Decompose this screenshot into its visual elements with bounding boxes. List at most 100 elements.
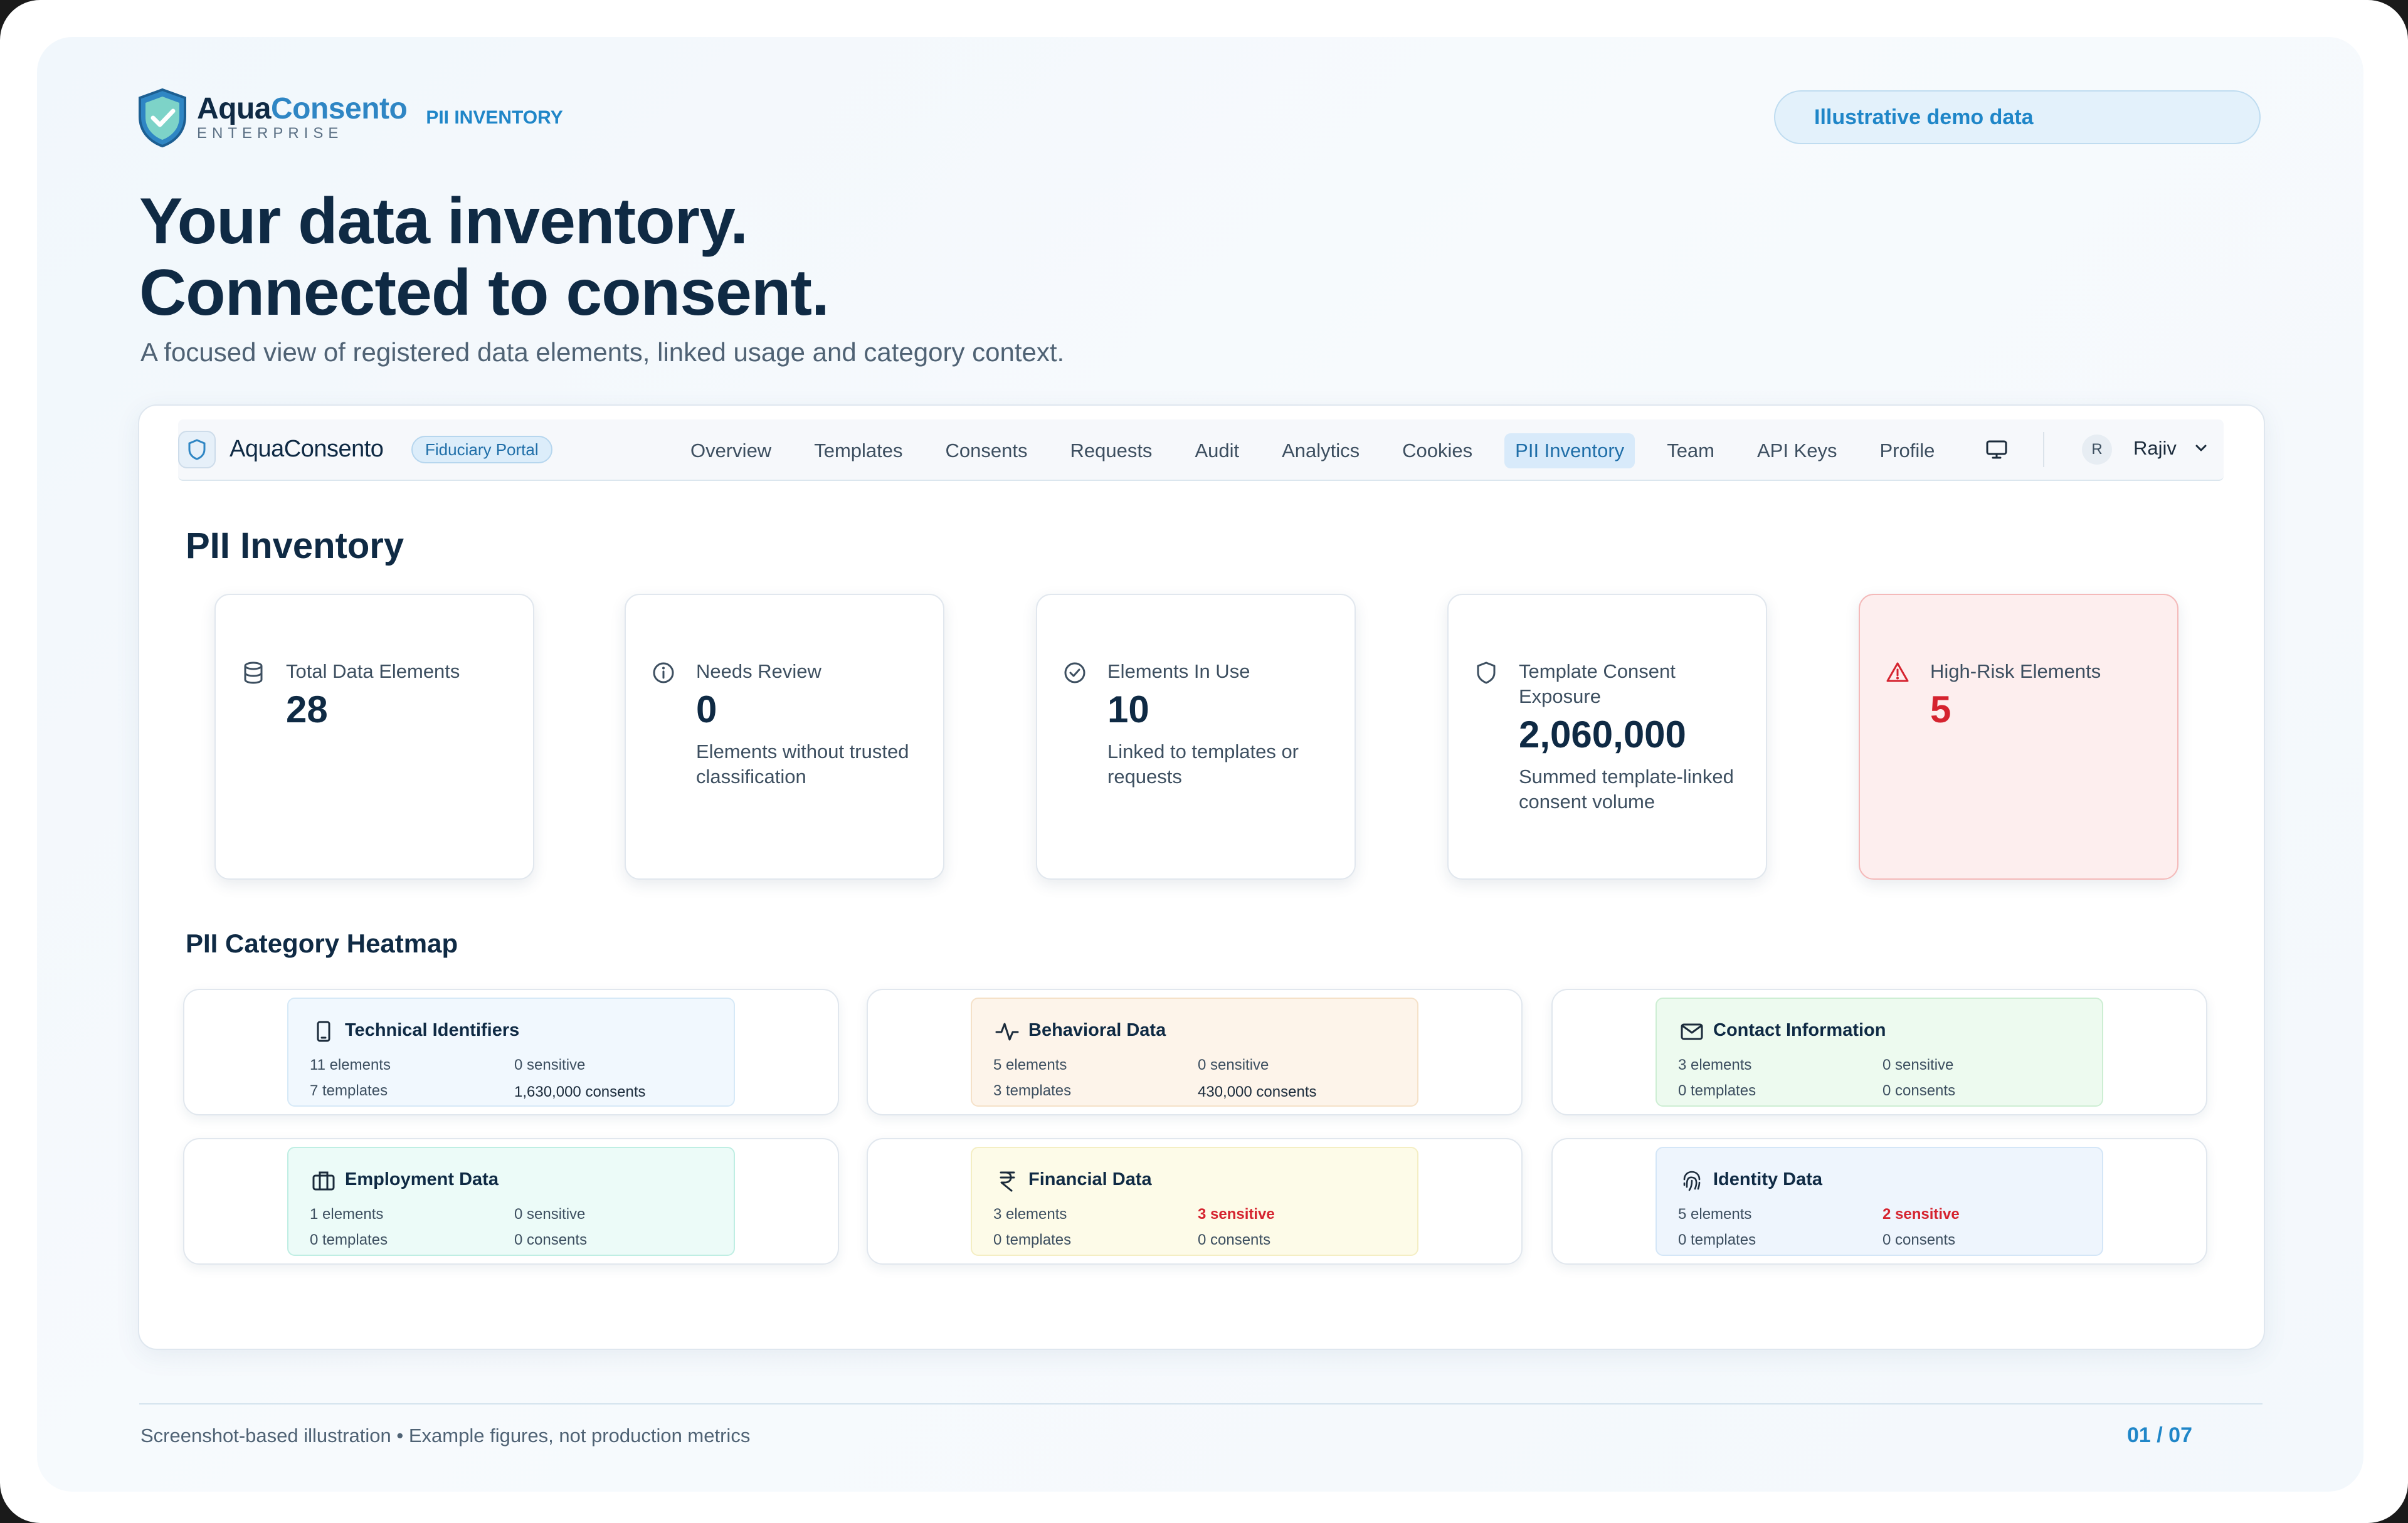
category-elements: 3 elements [993,1206,1067,1223]
portal-chip: Fiduciary Portal [411,436,552,463]
category-templates: 7 templates [310,1082,388,1099]
database-icon [244,661,263,684]
stat-value: 10 [1107,688,1149,730]
category-templates: 0 templates [310,1231,388,1248]
nav-templates[interactable]: Templates [803,433,913,468]
nav-team[interactable]: Team [1656,433,1725,468]
info-icon [653,662,674,683]
chevron-down-icon[interactable] [2192,440,2210,457]
nav-requests[interactable]: Requests [1059,433,1163,468]
nav-cookies[interactable]: Cookies [1391,433,1483,468]
stat-label: Total Data Elements [286,660,460,682]
app-brand[interactable]: AquaConsento [230,436,384,463]
stat-value: 0 [696,688,717,730]
briefcase-icon [312,1171,335,1191]
footer-divider [139,1403,2263,1404]
hero-subtitle: A focused view of registered data elemen… [140,337,1065,367]
category-elements: 5 elements [1678,1206,1752,1223]
category-elements: 3 elements [1678,1057,1752,1073]
avatar[interactable]: R [2082,435,2112,465]
category-consents: 1,630,000 consents [514,1083,646,1100]
category-card-identity[interactable]: Identity Data 5 elements 2 sensitive 0 t… [1551,1138,2207,1265]
category-name: Identity Data [1713,1169,1823,1189]
category-name: Contact Information [1713,1020,1886,1040]
category-card-behavioral[interactable]: Behavioral Data 5 elements 0 sensitive 3… [867,989,1523,1115]
nav-consents[interactable]: Consents [935,433,1038,468]
app-logo-icon[interactable] [178,431,216,468]
nav-overview[interactable]: Overview [680,433,782,468]
brand-header: AquaConsento ENTERPRISE PII INVENTORY [137,88,563,148]
activity-icon [995,1023,1019,1041]
shield-check-logo-icon [139,88,186,148]
category-name: Employment Data [345,1169,499,1189]
category-name: Behavioral Data [1028,1020,1166,1040]
app-screenshot: AquaConsento Fiduciary Portal Overview T… [138,404,2265,1350]
category-card-technical[interactable]: Technical Identifiers 11 elements 0 sens… [183,989,839,1115]
stat-description: Linked to templates or requests [1107,740,1299,788]
page-indicator: 01 / 07 [2127,1423,2192,1447]
heatmap-title: PII Category Heatmap [186,929,458,958]
category-sensitive: 0 sensitive [1198,1057,1269,1073]
user-name[interactable]: Rajiv [2133,437,2177,460]
nav-divider [2043,432,2044,467]
page: AquaConsento ENTERPRISE PII INVENTORY Il… [0,0,2408,1523]
alert-triangle-icon [1886,662,1909,682]
shield-icon [1477,661,1496,684]
nav-api-keys[interactable]: API Keys [1746,433,1848,468]
stat-label: Elements In Use [1107,660,1250,682]
category-consents: 430,000 consents [1198,1083,1317,1100]
category-name: Financial Data [1028,1169,1152,1189]
category-sensitive: 0 sensitive [514,1206,586,1223]
category-consents: 0 consents [1883,1082,1956,1099]
category-consents: 0 consents [1883,1231,1956,1248]
top-nav: AquaConsento Fiduciary Portal Overview T… [178,419,2224,481]
category-card-contact[interactable]: Contact Information 3 elements 0 sensiti… [1551,989,2207,1115]
nav-analytics[interactable]: Analytics [1271,433,1370,468]
page-title: PII Inventory [186,525,404,566]
stat-description: Elements without trusted classification [696,740,909,788]
mail-icon [1681,1023,1703,1040]
category-templates: 0 templates [1678,1082,1756,1099]
check-circle-icon [1064,662,1085,683]
category-sensitive: 0 sensitive [514,1057,586,1073]
stat-card-consent-exposure: Template Consent Exposure 2,060,000 Summ… [1447,594,1767,880]
stat-card-needs-review: Needs Review 0 Elements without trusted … [625,594,944,880]
brand-subtitle: ENTERPRISE [197,125,344,142]
category-templates: 3 templates [993,1082,1072,1099]
stat-card-in-use: Elements In Use 10 Linked to templates o… [1036,594,1356,880]
category-name: Technical Identifiers [345,1020,520,1040]
category-elements: 11 elements [310,1057,391,1073]
category-templates: 0 templates [993,1231,1072,1248]
nav-audit[interactable]: Audit [1184,433,1250,468]
stat-description: Summed template-linked consent volume [1519,766,1734,813]
hero-title: Your data inventory. Connected to consen… [139,185,830,329]
category-card-financial[interactable]: Financial Data 3 elements 3 sensitive 0 … [867,1138,1523,1265]
stat-card-total: Total Data Elements 28 [214,594,534,880]
nav-menu: Overview Templates Consents Requests Aud… [680,433,1967,468]
monitor-icon[interactable] [1984,437,2009,462]
stat-label: Template Consent Exposure [1519,660,1676,707]
category-sensitive: 2 sensitive [1883,1206,1960,1223]
category-templates: 0 templates [1678,1231,1756,1248]
category-sensitive: 0 sensitive [1883,1057,1954,1073]
category-consents: 0 consents [1198,1231,1271,1248]
device-icon [317,1021,330,1042]
stat-label: Needs Review [696,660,821,682]
demo-data-pill: Illustrative demo data [1774,90,2261,144]
category-card-employment[interactable]: Employment Data 1 elements 0 sensitive 0… [183,1138,839,1265]
stat-label: High-Risk Elements [1930,660,2101,682]
category-elements: 5 elements [993,1057,1067,1073]
brand-name: AquaConsento [197,92,408,125]
category-elements: 1 elements [310,1206,384,1223]
rupee-icon [1000,1171,1015,1192]
nav-profile[interactable]: Profile [1869,433,1946,468]
section-tag: PII INVENTORY [426,107,563,128]
stat-value: 28 [286,688,328,730]
stat-card-high-risk: High-Risk Elements 5 [1859,594,2178,880]
nav-pii-inventory[interactable]: PII Inventory [1504,433,1635,468]
stat-value: 2,060,000 [1519,714,1686,756]
category-sensitive: 3 sensitive [1198,1206,1275,1223]
stat-value: 5 [1930,688,1951,730]
fingerprint-icon [1683,1171,1701,1191]
category-consents: 0 consents [514,1231,588,1248]
